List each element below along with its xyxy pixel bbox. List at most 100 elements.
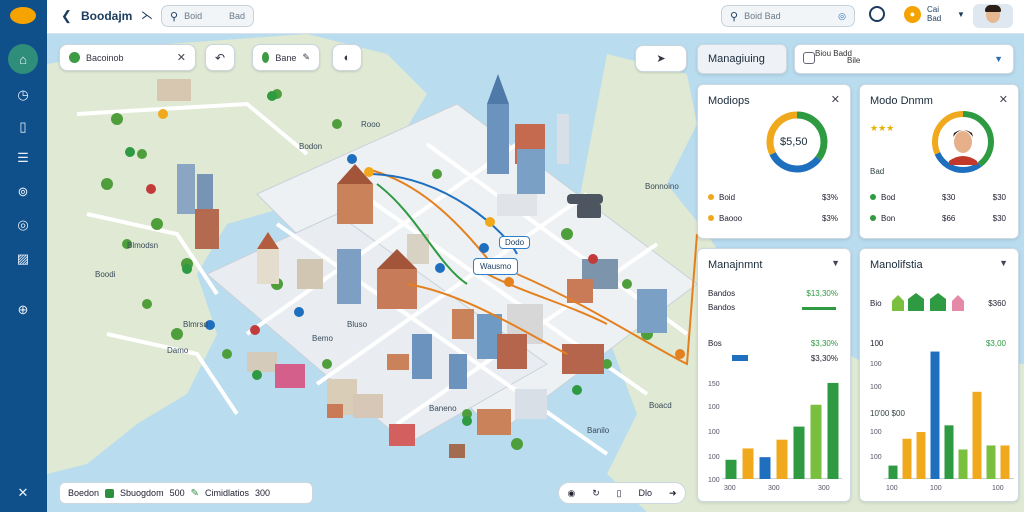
chevron-down-icon[interactable]: ▼ [994, 54, 1003, 64]
legend-row: Bon $66 $30 [870, 212, 1006, 224]
legend-swatch-icon [105, 488, 115, 498]
avatar[interactable] [973, 4, 1013, 28]
search-input-left[interactable]: ⚲ Boid Bad [161, 5, 254, 27]
compass-icon[interactable]: ◉ [567, 488, 575, 499]
panel-title: Manajnmnt [708, 259, 763, 271]
location-search-icon[interactable]: ⊚ [11, 180, 35, 204]
rating-stars: ★★★ [870, 123, 895, 133]
y-tick-label: 100 [870, 429, 882, 436]
refresh-icon[interactable]: ↻ [592, 488, 600, 499]
y-tick-label: 150 [708, 381, 720, 388]
bar-chart-management [722, 382, 842, 479]
search-icon: ⚲ [730, 10, 739, 23]
cursor-icon: ➤ [656, 53, 666, 65]
chevron-down-icon[interactable]: ▼ [999, 258, 1008, 268]
clock-icon[interactable] [869, 6, 885, 22]
search-filter-icon[interactable]: ◎ [838, 11, 846, 22]
chart-bar-9[interactable] [1000, 445, 1010, 479]
close-icon[interactable]: ✕ [999, 93, 1008, 106]
filter-chip[interactable]: Bane ✎ [252, 44, 320, 71]
panel-title: Manolifstia [870, 259, 923, 271]
analytics-panel: Manolifstia ▼ Bio $360 100 $3,00 100 100… [859, 248, 1019, 502]
chevron-down-icon[interactable]: ▼ [957, 10, 965, 19]
pointer-tool-button[interactable]: ➤ [635, 45, 687, 72]
zoom-level[interactable]: Dlo [639, 488, 653, 498]
profile-ring [932, 111, 994, 173]
stat-row: $3,30% [708, 352, 838, 364]
management-panel: Manajnmnt ▼ Bandos $13,30% Bandos Bos $3… [697, 248, 851, 502]
stat-row: Bos $3,30% [708, 338, 838, 348]
chart-bar-3[interactable] [759, 457, 771, 479]
close-icon[interactable]: ✕ [831, 93, 840, 106]
chart-bar-3[interactable] [916, 432, 926, 479]
legend-row: Bod $30 $30 [870, 191, 1006, 203]
undo-button[interactable]: ↶ [205, 44, 235, 71]
leaf-icon [262, 52, 270, 63]
headset-icon: ◐ [343, 51, 351, 64]
avatar-face [954, 131, 972, 153]
panel-title: Modiops [708, 95, 750, 107]
map-label: Blmodsn [127, 241, 159, 250]
map-label: Bemo [312, 334, 333, 343]
collapse-icon[interactable]: ⋋ [141, 8, 153, 22]
tab-manage[interactable]: Managiuing [697, 44, 787, 74]
summary-panel: Modiops ✕ $5,50 Boid $3% Baooo $3% [697, 84, 851, 239]
close-icon[interactable]: ✕ [11, 481, 35, 505]
location-chip[interactable]: Bacoinob ✕ [59, 44, 196, 71]
forward-icon[interactable]: ➜ [669, 488, 677, 499]
legend-dot-icon [870, 194, 876, 200]
edit-icon: ✎ [190, 487, 199, 499]
checkbox-icon[interactable] [803, 52, 815, 64]
chart-bar-6[interactable] [810, 404, 822, 479]
close-icon[interactable]: ✕ [177, 51, 186, 64]
brand-logo [10, 7, 36, 24]
search-input-right[interactable]: ⚲ Boid Bad ◎ [721, 5, 855, 27]
profile-panel: Modo Dnmm ✕ ★★★ Bad Bod $30 $30 Bon $66 … [859, 84, 1019, 239]
chart-bar-6[interactable] [958, 449, 968, 479]
info-icon[interactable]: ◎ [11, 213, 35, 237]
donut-value: $5,50 [780, 136, 808, 148]
map-label: Boacd [649, 401, 672, 410]
legend-bar[interactable]: Boedon Sbuogdom 500 ✎ Cimidlatios 300 [59, 482, 313, 504]
home-icon[interactable]: ⌂ [8, 44, 38, 74]
filter-select[interactable]: Biou Badd Bile ▼ [794, 44, 1014, 74]
legend-row: Boid $3% [708, 191, 838, 203]
x-tick-label: 100 [992, 485, 1004, 492]
back-icon[interactable]: ❮ [61, 8, 72, 24]
map-callout[interactable]: Dodo [499, 236, 531, 249]
chart-bar-4[interactable] [776, 439, 788, 479]
settings-icon[interactable]: ⊕ [11, 298, 35, 322]
chart-bar-7[interactable] [827, 382, 839, 479]
map-pin-icon [69, 52, 80, 63]
top-bar: ❮ Boodajm ⋋ ⚲ Boid Bad ⚲ Boid Bad ◎ ● Ca… [47, 0, 1024, 34]
y-tick-label: 100 [870, 361, 882, 368]
chart-bar-2[interactable] [742, 448, 754, 479]
chart-bar-1[interactable] [888, 465, 898, 479]
layer-button[interactable]: ◐ [332, 44, 362, 71]
coin-icon[interactable]: ● [904, 6, 921, 23]
chart-bar-7[interactable] [972, 391, 982, 479]
chart-bar-5[interactable] [793, 426, 805, 479]
edit-icon: ✎ [302, 52, 310, 62]
layers-icon[interactable]: ▯ [617, 488, 622, 499]
document-icon[interactable]: ▯ [11, 115, 35, 139]
chart-bar-8[interactable] [986, 445, 996, 479]
map-label: Bodon [299, 142, 323, 151]
chevron-down-icon[interactable]: ▼ [831, 258, 840, 268]
stat-row: Bandos $13,30% [708, 288, 838, 298]
map-callout[interactable]: Wausmo [473, 258, 519, 275]
chart-icon[interactable]: ▨ [11, 247, 35, 271]
chart-bar-5[interactable] [944, 425, 954, 479]
chart-bar-1[interactable] [725, 459, 737, 479]
chart-bar-4[interactable] [930, 351, 940, 479]
map-label: Banilo [587, 426, 610, 435]
y-tick-label: 100 [708, 454, 720, 461]
clock-icon[interactable]: ◷ [11, 83, 35, 107]
list-icon[interactable]: ☰ [11, 146, 35, 170]
y-tick-label: 100 [708, 404, 720, 411]
map-controls[interactable]: ◉ ↻ ▯ Dlo ➜ [558, 482, 686, 504]
map-label: Damo [167, 346, 189, 355]
chart-bar-2[interactable] [902, 438, 912, 479]
x-tick-label: 100 [886, 485, 898, 492]
map-label: Rooo [361, 120, 381, 129]
